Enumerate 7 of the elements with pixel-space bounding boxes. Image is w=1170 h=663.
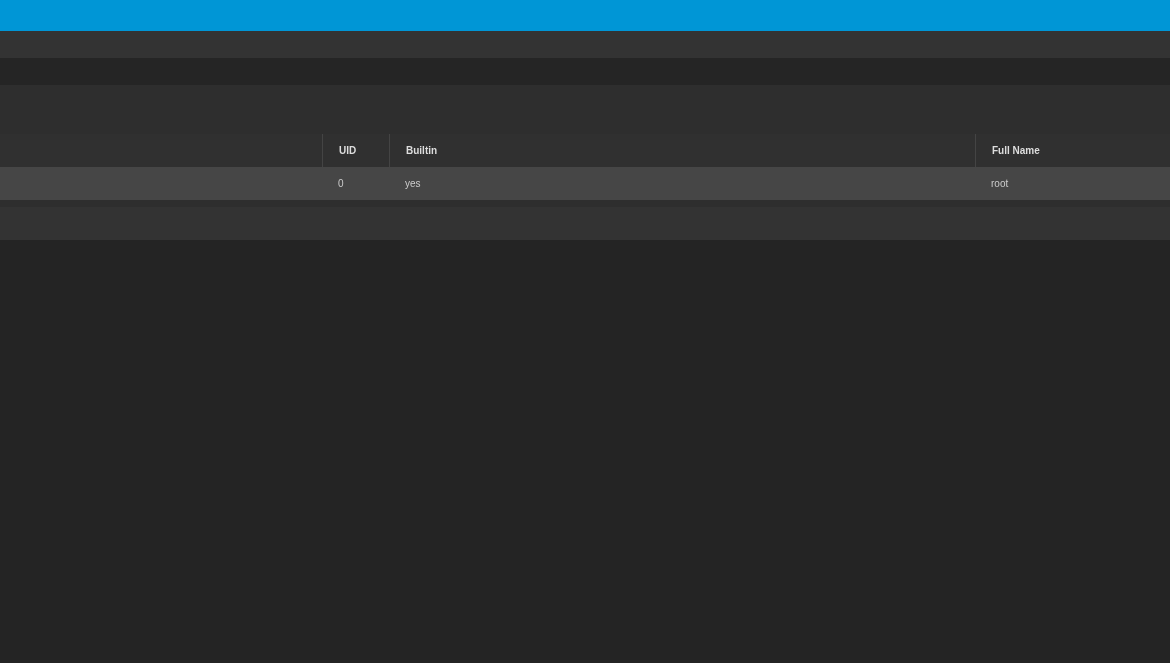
table-cell: 0	[338, 178, 344, 189]
column-header[interactable]: Full Name	[992, 145, 1040, 156]
table-row[interactable]: 0 yes root	[0, 167, 1170, 200]
column-header[interactable]: Builtin	[406, 145, 438, 156]
table-cell: yes	[405, 178, 421, 189]
table-cell: root	[991, 178, 1009, 189]
column-header[interactable]: UID	[339, 145, 357, 156]
